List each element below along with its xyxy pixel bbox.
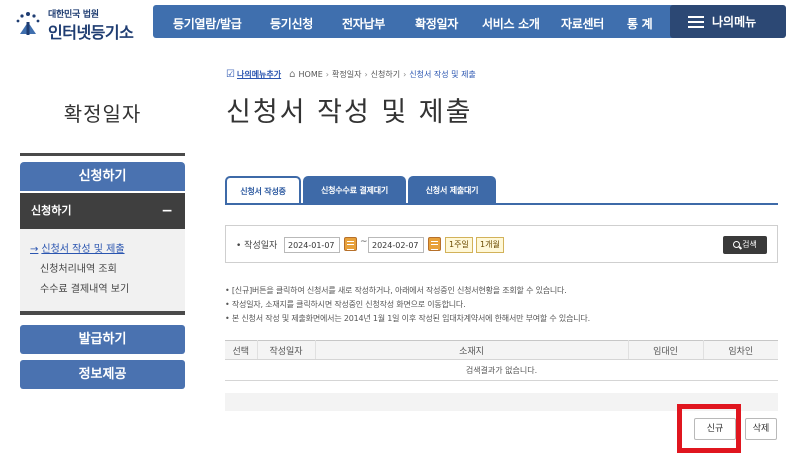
search-icon <box>733 241 741 248</box>
col-address: 소재지 <box>314 340 628 360</box>
col-date: 작성일자 <box>256 340 315 360</box>
sidebar-menu-issue[interactable]: 발급하기 <box>20 325 185 354</box>
sidebar-item-fee-history[interactable]: 수수료 결제내역 보기 <box>20 280 185 300</box>
tab-fee-pending[interactable]: 신청수수료 결제대기 <box>303 176 406 204</box>
breadcrumb-separator: › <box>364 70 368 79</box>
date-range-separator: ~ <box>360 237 368 247</box>
empty-result-message: 검색결과가 없습니다. <box>225 359 778 381</box>
my-menu-button[interactable]: 나의메뉴 <box>670 5 786 38</box>
breadcrumb-separator: › <box>403 70 407 79</box>
court-emblem-icon <box>16 12 40 35</box>
hamburger-icon <box>688 15 704 28</box>
sidebar-title: 확정일자 <box>63 102 142 126</box>
nav-service-intro[interactable]: 서비스 소개 <box>482 15 540 32</box>
sidebar-submenu-header[interactable]: 신청하기 − <box>20 193 185 229</box>
page-title: 신청서 작성 및 제출 <box>226 97 473 128</box>
col-select: 선택 <box>225 340 257 360</box>
notice-list: • [신규]버튼을 클릭하여 신청서를 새로 작성하거나, 아래에서 작성중인 … <box>225 284 785 326</box>
date-label: • 작성일자 <box>236 241 278 251</box>
tab-submit-pending[interactable]: 신청서 제출대기 <box>408 176 496 204</box>
sidebar-menu-info[interactable]: 정보제공 <box>20 360 185 389</box>
add-favorite-link[interactable]: 나의메뉴추가 <box>237 69 281 80</box>
nav-fixed-date[interactable]: 확정일자 <box>415 15 458 32</box>
col-landlord: 임대인 <box>627 340 703 360</box>
main-nav: 등기열람/발급 등기신청 전자납부 확정일자 서비스 소개 자료센터 통 계 <box>153 5 685 38</box>
site-logo[interactable]: 대한민국 법원 인터넷등기소 <box>14 4 144 44</box>
tab-writing[interactable]: 신청서 작성중 <box>225 176 301 204</box>
breadcrumb-separator: › <box>325 70 329 79</box>
period-1week-button[interactable]: 1주일 <box>445 237 473 253</box>
results-table: 선택 작성일자 소재지 임대인 임차인 검색결과가 없습니다. <box>225 340 778 381</box>
nav-statistics[interactable]: 통 계 <box>627 15 653 32</box>
sidebar-menu-apply[interactable]: 신청하기 <box>20 162 185 191</box>
period-1month-button[interactable]: 1개월 <box>476 237 504 253</box>
delete-button[interactable]: 삭제 <box>745 418 777 440</box>
col-tenant: 임차인 <box>702 340 778 360</box>
notice-item: • [신규]버튼을 클릭하여 신청서를 새로 작성하거나, 아래에서 작성중인 … <box>225 286 567 295</box>
tab-underline <box>225 203 778 205</box>
arrow-right-icon: → <box>30 244 39 255</box>
logo-title: 인터넷등기소 <box>48 23 134 42</box>
site-header: 대한민국 법원 인터넷등기소 등기열람/발급 등기신청 전자납부 확정일자 서비… <box>0 0 800 52</box>
breadcrumb-apply[interactable]: 신청하기 <box>371 69 400 80</box>
collapse-icon[interactable]: − <box>161 193 173 229</box>
sidebar-item-history[interactable]: 신청처리내역 조회 <box>20 260 185 280</box>
nav-e-payment[interactable]: 전자납부 <box>342 15 385 32</box>
search-panel: • 작성일자 ~ 1주일 1개월 검색 <box>225 225 778 263</box>
breadcrumb: ☑ 나의메뉴추가 ⌂ HOME › 확정일자 › 신청하기 › 신청서 작성 및… <box>226 69 476 80</box>
sidebar-submenu-list: → 신청서 작성 및 제출 신청처리내역 조회 수수료 결제내역 보기 <box>20 229 185 315</box>
table-header-row: 선택 작성일자 소재지 임대인 임차인 <box>225 340 778 360</box>
sidebar-divider <box>20 153 185 156</box>
breadcrumb-fixed-date[interactable]: 확정일자 <box>332 69 361 80</box>
sidebar-item-write-submit[interactable]: → 신청서 작성 및 제출 <box>20 240 185 260</box>
date-from-input[interactable] <box>284 237 340 253</box>
nav-registry-view[interactable]: 등기열람/발급 <box>173 15 242 32</box>
status-tabs: 신청서 작성중 신청수수료 결제대기 신청서 제출대기 <box>225 176 498 204</box>
notice-item: • 작성일자, 소재지를 클릭하시면 작성중인 신청작성 화면으로 이동합니다. <box>225 300 466 309</box>
date-to-input[interactable] <box>368 237 424 253</box>
breadcrumb-home[interactable]: HOME <box>299 70 323 79</box>
home-icon[interactable]: ⌂ <box>289 69 295 80</box>
notice-item: • 본 신청서 작성 및 제출화면에서는 2014년 1월 1일 이후 작성된 … <box>225 314 590 323</box>
check-icon: ☑ <box>226 69 235 80</box>
search-button[interactable]: 검색 <box>723 236 767 254</box>
sidebar-submenu-label: 신청하기 <box>31 204 72 217</box>
calendar-icon[interactable] <box>344 237 357 251</box>
breadcrumb-current: 신청서 작성 및 제출 <box>409 70 476 79</box>
new-button[interactable]: 신규 <box>694 418 736 440</box>
nav-resource-center[interactable]: 자료센터 <box>561 15 604 32</box>
table-row: 검색결과가 없습니다. <box>225 359 778 381</box>
my-menu-label: 나의메뉴 <box>712 15 757 29</box>
nav-registry-apply[interactable]: 등기신청 <box>270 15 313 32</box>
calendar-icon[interactable] <box>428 237 441 251</box>
